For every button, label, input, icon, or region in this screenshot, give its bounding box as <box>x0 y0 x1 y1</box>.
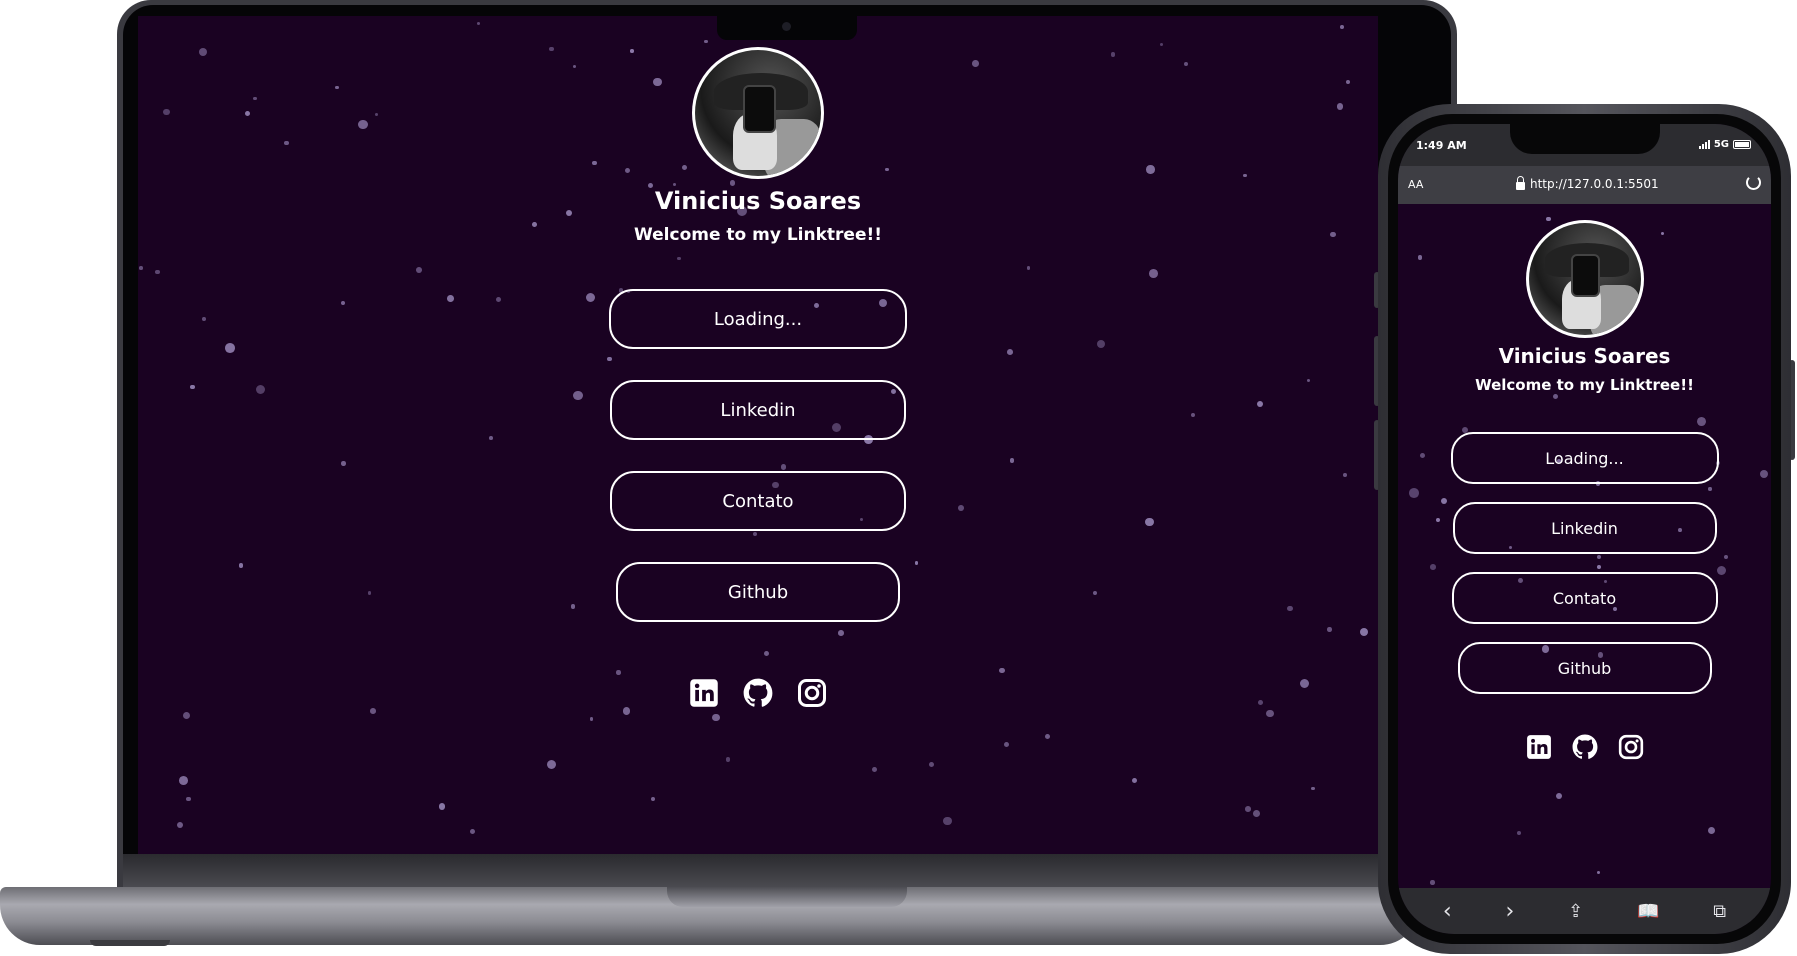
star-dot <box>711 713 720 722</box>
url-text: http://127.0.0.1:5501 <box>1530 177 1659 191</box>
star-dot <box>589 716 594 721</box>
star-dot <box>1340 24 1345 29</box>
link-button-contato[interactable]: Contato <box>610 471 906 531</box>
mockup-stage: Vinicius Soares Welcome to my Linktree!!… <box>0 0 1797 956</box>
profile-name: Vinicius Soares <box>654 187 862 215</box>
link-button-github[interactable]: Github <box>616 562 900 622</box>
phone-screen: 1:49 AM 5G AA http://127.0.0.1:5501 Vini… <box>1398 124 1771 934</box>
welcome-text: Welcome to my Linktree!! <box>1475 376 1694 394</box>
avatar <box>692 47 824 179</box>
star-dot <box>704 39 709 44</box>
star-dot <box>1044 733 1050 739</box>
address-bar[interactable]: AA http://127.0.0.1:5501 <box>1398 166 1771 204</box>
instagram-icon[interactable] <box>1618 734 1644 760</box>
star-dot <box>186 796 191 801</box>
star-dot <box>1132 778 1138 784</box>
link-button-linkedin[interactable]: Linkedin <box>1452 502 1717 554</box>
status-indicators: 5G <box>1698 139 1751 150</box>
status-time: 1:49 AM <box>1416 139 1467 152</box>
lock-icon <box>1516 175 1525 190</box>
linkedin-icon[interactable] <box>689 678 719 708</box>
network-label: 5G <box>1713 139 1729 150</box>
profile-name: Vinicius Soares <box>1498 344 1671 368</box>
linktree-content-mobile: Vinicius Soares Welcome to my Linktree!!… <box>1398 220 1771 760</box>
phone-notch <box>1510 124 1660 154</box>
welcome-text: Welcome to my Linktree!! <box>633 225 882 245</box>
github-icon[interactable] <box>743 678 773 708</box>
avatar-photo <box>1528 223 1641 335</box>
star-dot <box>370 708 376 714</box>
social-icons <box>1526 734 1644 760</box>
url-display[interactable]: http://127.0.0.1:5501 <box>1516 175 1659 191</box>
star-dot <box>177 821 184 828</box>
battery-icon <box>1733 140 1751 149</box>
star-dot <box>943 816 952 826</box>
share-icon[interactable]: ⇪ <box>1568 901 1583 922</box>
star-dot <box>1707 826 1715 834</box>
link-button-loading[interactable]: Loading... <box>1450 432 1719 484</box>
star-dot <box>1252 810 1260 818</box>
bookmarks-icon[interactable]: 📖 <box>1637 901 1659 922</box>
star-dot <box>477 21 481 25</box>
star-dot <box>1003 741 1010 748</box>
tabs-icon[interactable]: ⧉ <box>1713 901 1726 922</box>
laptop-chin <box>123 854 1451 887</box>
link-button-contato[interactable]: Contato <box>1451 572 1718 624</box>
avatar-photo <box>695 50 821 176</box>
star-dot <box>872 767 878 773</box>
star-dot <box>929 762 935 768</box>
star-dot <box>179 776 189 786</box>
star-dot <box>650 796 655 801</box>
github-icon[interactable] <box>1572 734 1598 760</box>
link-button-github[interactable]: Github <box>1457 642 1712 694</box>
linktree-content: Vinicius Soares Welcome to my Linktree!!… <box>138 47 1378 708</box>
signal-icon <box>1698 140 1710 149</box>
social-icons <box>689 678 827 708</box>
instagram-icon[interactable] <box>797 678 827 708</box>
star-dot <box>470 828 476 834</box>
avatar <box>1525 220 1644 338</box>
star-dot <box>438 803 446 810</box>
link-button-linkedin[interactable]: Linkedin <box>610 380 906 440</box>
star-dot <box>622 706 631 715</box>
star-dot <box>1311 786 1315 791</box>
star-dot <box>546 759 557 770</box>
star-dot <box>182 711 191 720</box>
star-dot <box>1516 830 1521 835</box>
linkedin-icon[interactable] <box>1526 734 1552 760</box>
star-dot <box>726 757 731 762</box>
reload-icon[interactable] <box>1746 175 1761 190</box>
link-button-loading[interactable]: Loading... <box>609 289 907 349</box>
star-dot <box>1430 880 1435 885</box>
laptop-groove <box>667 887 907 907</box>
safari-toolbar: ‹ › ⇪ 📖 ⧉ <box>1398 888 1771 934</box>
star-dot <box>1160 43 1164 47</box>
star-dot <box>1596 871 1600 875</box>
laptop-foot <box>90 940 170 946</box>
star-dot <box>1556 793 1563 800</box>
reader-aa-button[interactable]: AA <box>1408 178 1423 191</box>
back-icon[interactable]: ‹ <box>1443 899 1452 924</box>
status-bar: 1:49 AM 5G <box>1398 124 1771 166</box>
forward-icon[interactable]: › <box>1506 899 1515 924</box>
star-dot <box>1265 709 1274 718</box>
laptop-camera-notch <box>717 16 857 40</box>
star-dot <box>1244 806 1251 812</box>
laptop-screen: Vinicius Soares Welcome to my Linktree!!… <box>138 16 1378 854</box>
